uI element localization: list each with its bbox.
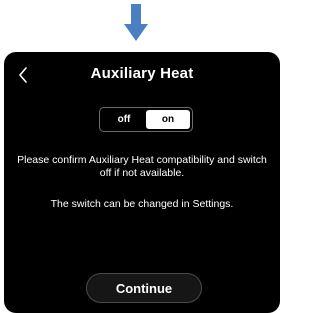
continue-button[interactable]: Continue [86, 273, 202, 303]
settings-note: The switch can be changed in Settings. [50, 198, 234, 210]
compatibility-message: Please confirm Auxiliary Heat compatibil… [17, 154, 267, 179]
auxiliary-heat-toggle[interactable]: off on [99, 107, 193, 132]
thermostat-screen: Auxiliary Heat off on Please confirm Aux… [4, 52, 280, 313]
toggle-off-option[interactable]: off [102, 110, 146, 129]
page: Auxiliary Heat off on Please confirm Aux… [0, 0, 284, 313]
down-arrow-icon [124, 4, 148, 41]
toggle-on-option[interactable]: on [146, 110, 190, 129]
page-title: Auxiliary Heat [90, 65, 194, 82]
